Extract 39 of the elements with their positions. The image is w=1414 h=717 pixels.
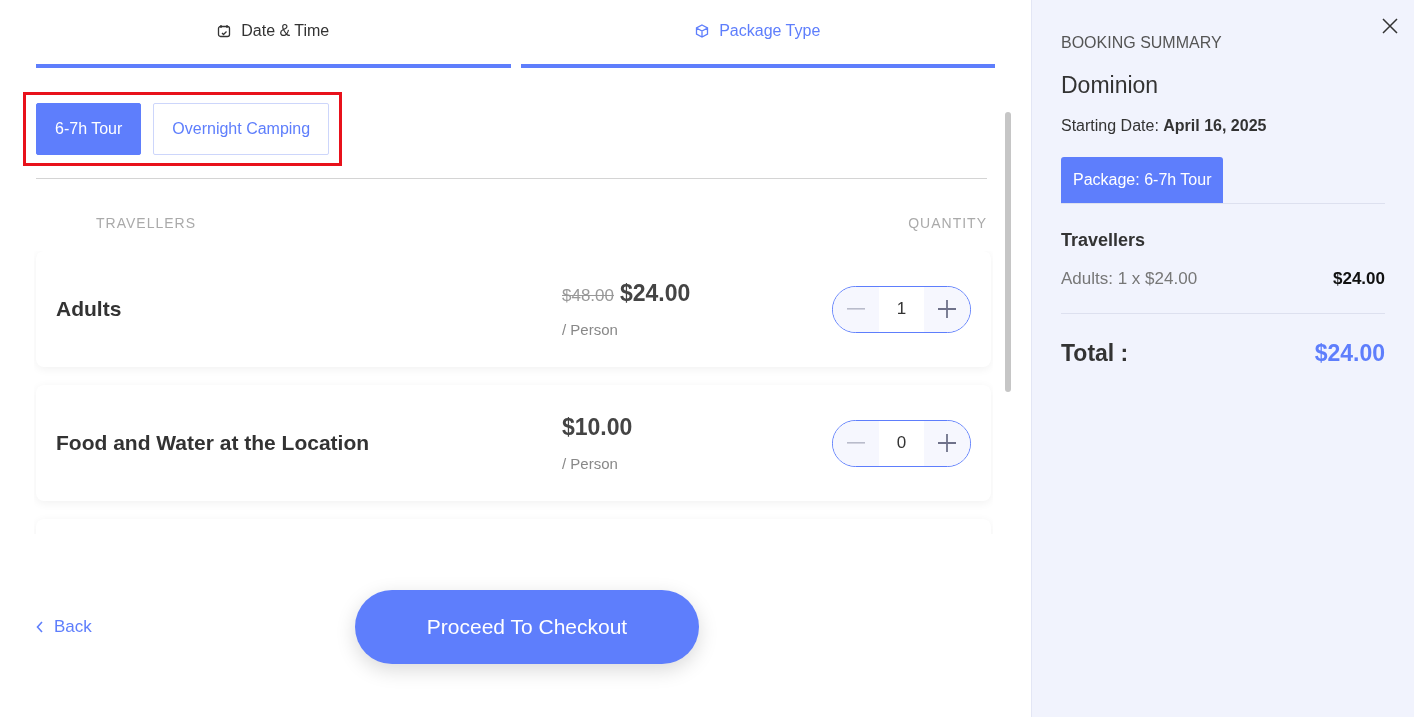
date-label: Starting Date: [1061, 117, 1159, 134]
tour-name: Dominion [1061, 72, 1160, 99]
column-header: QUANTITY [908, 215, 987, 231]
start-date: April 16, 2025 [1163, 117, 1267, 134]
line-amount: $24.00 [1333, 269, 1385, 289]
package-tab[interactable]: Overnight Camping [153, 103, 330, 155]
plus-button[interactable] [924, 420, 970, 466]
item-price: $10.00 [562, 414, 633, 441]
price-unit: / Person [562, 321, 619, 338]
package-tab[interactable]: 6-7h Tour [36, 103, 142, 155]
total-amount: $24.00 [1314, 340, 1385, 367]
cube-icon [695, 24, 710, 38]
calendar-icon [217, 24, 232, 38]
minus-button[interactable] [833, 286, 879, 332]
item-name: Adults [56, 297, 123, 321]
minus-button[interactable] [833, 420, 879, 466]
line-label: Adults: 1 x $24.00 [1061, 269, 1198, 289]
item-price: $24.00 [620, 280, 691, 307]
total-label: Total : [1061, 340, 1129, 367]
close-icon[interactable] [1382, 18, 1398, 34]
plus-icon [938, 434, 956, 452]
quantity-value: 1 [895, 299, 908, 319]
checkout-button[interactable]: Proceed To Checkout [355, 590, 699, 664]
plus-icon [938, 300, 956, 318]
summary-heading: BOOKING SUMMARY [1061, 34, 1223, 52]
plus-button[interactable] [924, 286, 970, 332]
column-header: TRAVELLERS [96, 215, 196, 231]
step-tab[interactable]: Date & Time [36, 22, 511, 68]
item-name: Food and Water at the Location [56, 431, 371, 455]
price-unit: / Person [562, 455, 619, 472]
package-tab[interactable]: Package: 6-7h Tour [1061, 157, 1224, 203]
section-title: Travellers [1061, 230, 1147, 251]
quantity-value: 0 [895, 433, 908, 453]
step-tab[interactable]: Package Type [520, 22, 995, 68]
minus-icon [847, 308, 865, 310]
minus-icon [847, 442, 865, 444]
original-price: $48.00 [562, 286, 614, 306]
back-link[interactable]: Back [36, 617, 355, 637]
chevron-left-icon [36, 621, 44, 633]
